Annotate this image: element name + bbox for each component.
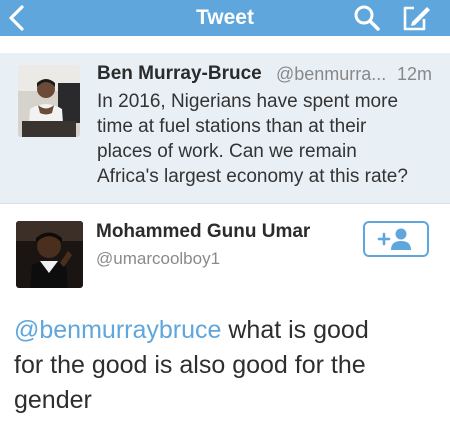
reply-text-line: for the good is also good for the (14, 351, 366, 379)
compose-icon (403, 6, 430, 31)
search-icon (354, 5, 380, 31)
avatar[interactable] (16, 221, 83, 288)
mention-link[interactable]: @benmurraybruce (14, 316, 221, 344)
author-handle: @benmurra... (276, 64, 387, 84)
reply-author-handle: @umarcoolboy1 (96, 249, 221, 268)
tweet-text-line: Africa's largest economy at this rate? (97, 166, 408, 187)
follow-button[interactable] (363, 221, 429, 257)
add-user-icon (377, 228, 411, 250)
tweet-text: In 2016, Nigerians have spent more time … (97, 89, 442, 189)
navigation-bar: Tweet (0, 0, 450, 36)
timestamp: 12m (397, 64, 433, 84)
reply-text-segment: what is good (221, 316, 369, 344)
divider (0, 203, 450, 204)
compose-button[interactable] (400, 4, 432, 32)
reply-text-line: gender (14, 386, 92, 414)
author-name[interactable]: Ben Murray-Bruce (97, 63, 262, 85)
reply-text-line: @benmurraybruce what is good (14, 313, 444, 348)
tweet-text-line: places of work. Can we remain (97, 141, 357, 162)
reply-author-name[interactable]: Mohammed Gunu Umar (96, 221, 310, 243)
search-button[interactable] (352, 4, 382, 32)
original-tweet[interactable]: Ben Murray-Bruce @benmurra... 12m In 201… (0, 53, 450, 203)
tweet-text-line: time at fuel stations than at their (97, 116, 367, 137)
reply-text: @benmurraybruce what is good for the goo… (14, 313, 444, 418)
avatar[interactable] (18, 65, 80, 137)
tweet-text-line: In 2016, Nigerians have spent more (97, 91, 399, 112)
page-title: Tweet (196, 6, 254, 29)
